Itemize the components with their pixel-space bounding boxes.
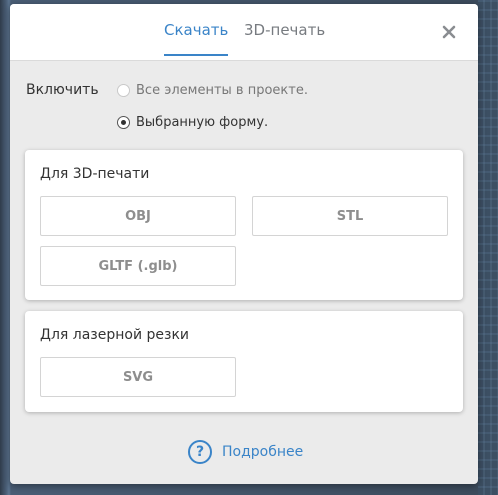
radio-selected-shape[interactable]: Выбранную форму. xyxy=(117,113,268,131)
section-title: Для лазерной резки xyxy=(40,327,189,343)
radio-button[interactable] xyxy=(117,83,130,97)
learn-more-link[interactable]: ? Подробнее xyxy=(188,440,303,464)
radio-button-checked[interactable] xyxy=(117,115,130,129)
section-title: Для 3D-печати xyxy=(40,166,150,182)
tab-3d-print[interactable]: 3D-печать xyxy=(244,20,325,40)
stl-button[interactable]: STL xyxy=(252,196,448,236)
tab-download[interactable]: Скачать xyxy=(164,20,229,56)
radio-label: Выбранную форму. xyxy=(136,114,269,130)
background-grid xyxy=(478,0,498,495)
card-laser-cut: Для лазерной резки SVG xyxy=(25,311,463,412)
learn-more-label[interactable]: Подробнее xyxy=(222,444,303,460)
radio-label: Все элементы в проекте. xyxy=(136,82,308,98)
card-3d-print: Для 3D-печати OBJ STL GLTF (.glb) xyxy=(25,150,463,300)
svg-button[interactable]: SVG xyxy=(40,357,236,397)
export-dialog: Скачать 3D-печать Включить Все элементы … xyxy=(10,4,478,484)
question-circle-icon[interactable]: ? xyxy=(188,440,212,464)
include-label: Включить xyxy=(26,82,99,98)
obj-button[interactable]: OBJ xyxy=(40,196,236,236)
gltf-button[interactable]: GLTF (.glb) xyxy=(40,246,236,286)
close-icon[interactable] xyxy=(439,22,459,42)
dialog-header: Скачать 3D-печать xyxy=(10,4,478,61)
radio-all-elements[interactable]: Все элементы в проекте. xyxy=(117,81,308,99)
